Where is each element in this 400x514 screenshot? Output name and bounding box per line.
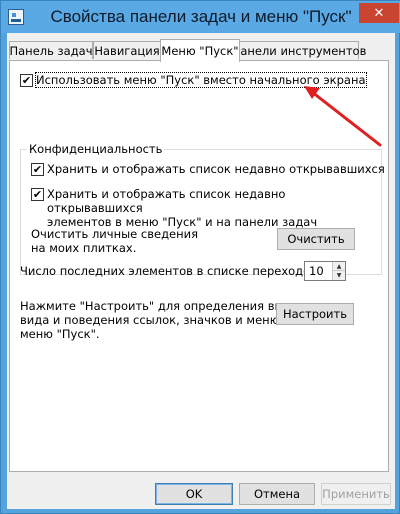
use-start-menu-label[interactable]: Использовать меню "Пуск" вместо начально…: [35, 72, 367, 88]
apply-button[interactable]: Применить: [321, 483, 391, 505]
spinner-buttons: ▲ ▼: [332, 262, 345, 280]
clear-button[interactable]: Очистить: [277, 228, 355, 250]
clear-text-line1: Очистить личные сведения: [31, 227, 199, 241]
store-recent-items-checkbox[interactable]: ✔: [31, 188, 44, 201]
use-start-menu-checkbox[interactable]: ✔: [20, 74, 33, 87]
spinner-down-icon[interactable]: ▼: [333, 271, 345, 280]
close-button[interactable]: ✕: [359, 3, 399, 23]
start-menu-panel: ✔ Использовать меню "Пуск" вместо началь…: [9, 60, 389, 472]
jump-list-count-value[interactable]: 10: [309, 264, 324, 278]
dialog-client: Панель задач Навигация Меню "Пуск" Панел…: [7, 33, 395, 509]
tab-taskbar[interactable]: Панель задач: [9, 41, 93, 59]
privacy-group-title: Конфиденциальность: [27, 142, 165, 156]
jump-list-count-label: Число последних элементов в списке перех…: [20, 264, 321, 278]
cancel-button[interactable]: Отмена: [239, 483, 315, 505]
title-bar[interactable]: Свойства панели задач и меню "Пуск" ✕: [1, 1, 400, 33]
spinner-up-icon[interactable]: ▲: [333, 262, 345, 271]
tab-start-menu[interactable]: Меню "Пуск": [160, 39, 240, 62]
jump-list-count-spinner[interactable]: 10 ▲ ▼: [304, 261, 346, 281]
store-recent-programs-label[interactable]: Хранить и отображать список недавно откр…: [47, 162, 385, 176]
clear-personal-info-text: Очистить личные сведения на моих плитках…: [31, 227, 198, 255]
ok-button[interactable]: OK: [155, 483, 233, 505]
store-recent-items-line1: Хранить и отображать список недавно откр…: [47, 187, 286, 215]
store-recent-programs-checkbox[interactable]: ✔: [31, 163, 44, 176]
window-title: Свойства панели задач и меню "Пуск": [50, 7, 352, 26]
properties-dialog: Свойства панели задач и меню "Пуск" ✕ Па…: [0, 0, 400, 514]
tab-navigation[interactable]: Навигация: [93, 41, 161, 59]
customize-button[interactable]: Настроить: [276, 303, 354, 325]
privacy-group: Конфиденциальность ✔ Хранить и отображат…: [20, 142, 385, 275]
customize-line3: меню "Пуск".: [20, 327, 100, 341]
tab-toolbars[interactable]: Панели инструментов: [232, 41, 366, 59]
clear-text-line2: на моих плитках.: [31, 241, 137, 255]
store-recent-items-label[interactable]: Хранить и отображать список недавно откр…: [47, 187, 381, 229]
